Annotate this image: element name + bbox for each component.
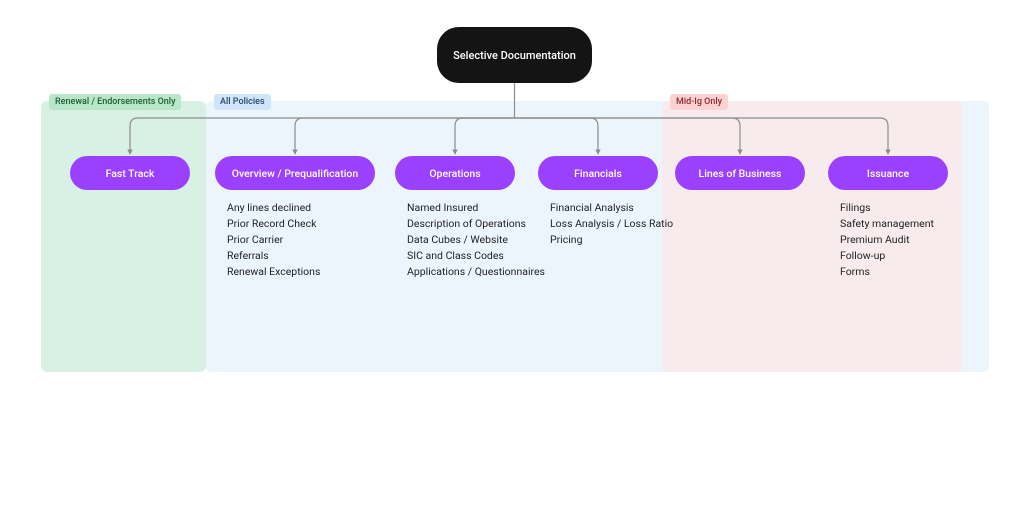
node-label: Overview / Prequalification xyxy=(232,167,358,180)
list-item: Prior Carrier xyxy=(227,232,320,248)
root-node: Selective Documentation xyxy=(437,27,592,83)
list-item: Forms xyxy=(840,264,934,280)
list-item: Financial Analysis xyxy=(550,200,673,216)
items-over: Any lines declinedPrior Record CheckPrio… xyxy=(227,200,320,280)
list-item: Description of Operations xyxy=(407,216,545,232)
list-item: Named Insured xyxy=(407,200,545,216)
items-ops: Named InsuredDescription of OperationsDa… xyxy=(407,200,545,280)
node-lob: Lines of Business xyxy=(675,156,805,190)
list-item: SIC and Class Codes xyxy=(407,248,545,264)
node-label: Fast Track xyxy=(106,167,155,180)
list-item: Any lines declined xyxy=(227,200,320,216)
items-iss: FilingsSafety managementPremium AuditFol… xyxy=(840,200,934,280)
zone-label-renewal: Renewal / Endorsements Only xyxy=(49,94,181,110)
node-iss: Issuance xyxy=(828,156,948,190)
list-item: Premium Audit xyxy=(840,232,934,248)
node-label: Lines of Business xyxy=(699,167,782,180)
node-label: Operations xyxy=(429,167,480,180)
node-label: Issuance xyxy=(867,167,909,180)
list-item: Data Cubes / Website xyxy=(407,232,545,248)
items-fin: Financial AnalysisLoss Analysis / Loss R… xyxy=(550,200,673,248)
list-item: Filings xyxy=(840,200,934,216)
list-item: Pricing xyxy=(550,232,673,248)
node-fast: Fast Track xyxy=(70,156,190,190)
node-fin: Financials xyxy=(538,156,658,190)
list-item: Referrals xyxy=(227,248,320,264)
root-label: Selective Documentation xyxy=(453,49,576,62)
zone-renewal: Renewal / Endorsements Only xyxy=(41,101,206,372)
list-item: Prior Record Check xyxy=(227,216,320,232)
list-item: Applications / Questionnaires xyxy=(407,264,545,280)
list-item: Renewal Exceptions xyxy=(227,264,320,280)
zone-label-mid-ig: Mid-Ig Only xyxy=(670,94,728,110)
node-label: Financials xyxy=(574,167,622,180)
node-ops: Operations xyxy=(395,156,515,190)
list-item: Follow-up xyxy=(840,248,934,264)
diagram-canvas: All Policies Renewal / Endorsements Only… xyxy=(0,0,1030,519)
list-item: Loss Analysis / Loss Ratio xyxy=(550,216,673,232)
node-over: Overview / Prequalification xyxy=(215,156,375,190)
zone-label-all-policies: All Policies xyxy=(214,94,271,110)
list-item: Safety management xyxy=(840,216,934,232)
